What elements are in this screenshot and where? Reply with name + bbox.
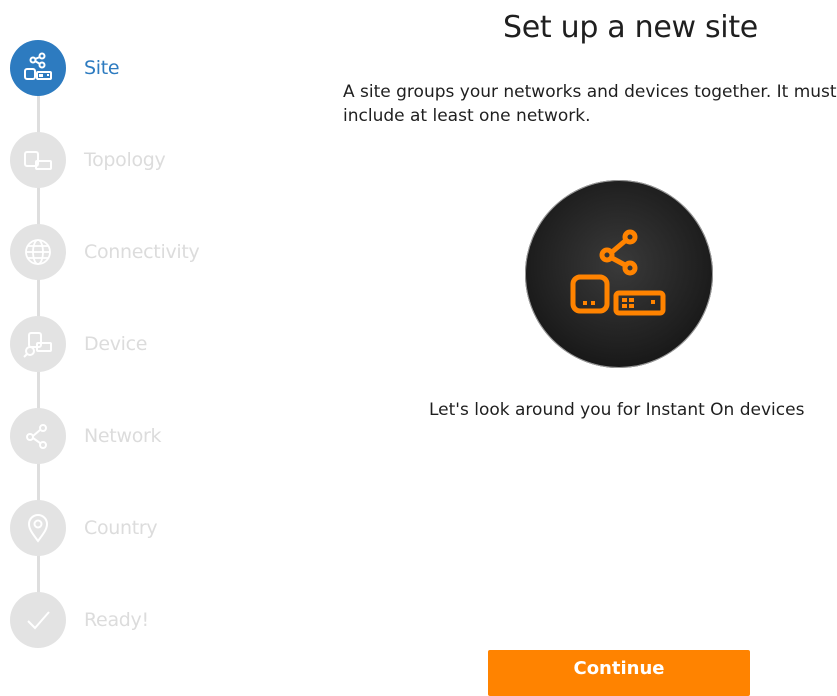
step-label: Topology — [84, 149, 166, 171]
setup-stepper: Site Topology Connectivity Device Networ… — [0, 0, 300, 690]
step-country[interactable]: Country — [10, 500, 270, 556]
step-ready[interactable]: Ready! — [10, 592, 270, 648]
site-illustration-icon — [525, 180, 713, 368]
topology-icon — [10, 132, 66, 188]
step-network[interactable]: Network — [10, 408, 270, 464]
step-label: Network — [84, 425, 162, 447]
step-connectivity[interactable]: Connectivity — [10, 224, 270, 280]
page-description: A site groups your networks and devices … — [343, 82, 837, 126]
device-search-icon — [10, 316, 66, 372]
step-label: Connectivity — [84, 241, 200, 263]
step-topology[interactable]: Topology — [10, 132, 270, 188]
step-device[interactable]: Device — [10, 316, 270, 372]
step-label: Country — [84, 517, 158, 539]
scan-message: Let's look around you for Instant On dev… — [429, 400, 805, 420]
site-icon — [10, 40, 66, 96]
continue-button[interactable]: Continue — [488, 650, 750, 696]
checkmark-icon — [10, 592, 66, 648]
step-label: Device — [84, 333, 148, 355]
globe-icon — [10, 224, 66, 280]
step-site[interactable]: Site — [10, 40, 270, 96]
step-label: Ready! — [84, 609, 149, 631]
step-label: Site — [84, 57, 120, 79]
network-icon — [10, 408, 66, 464]
page-title: Set up a new site — [503, 10, 758, 45]
location-pin-icon — [10, 500, 66, 556]
